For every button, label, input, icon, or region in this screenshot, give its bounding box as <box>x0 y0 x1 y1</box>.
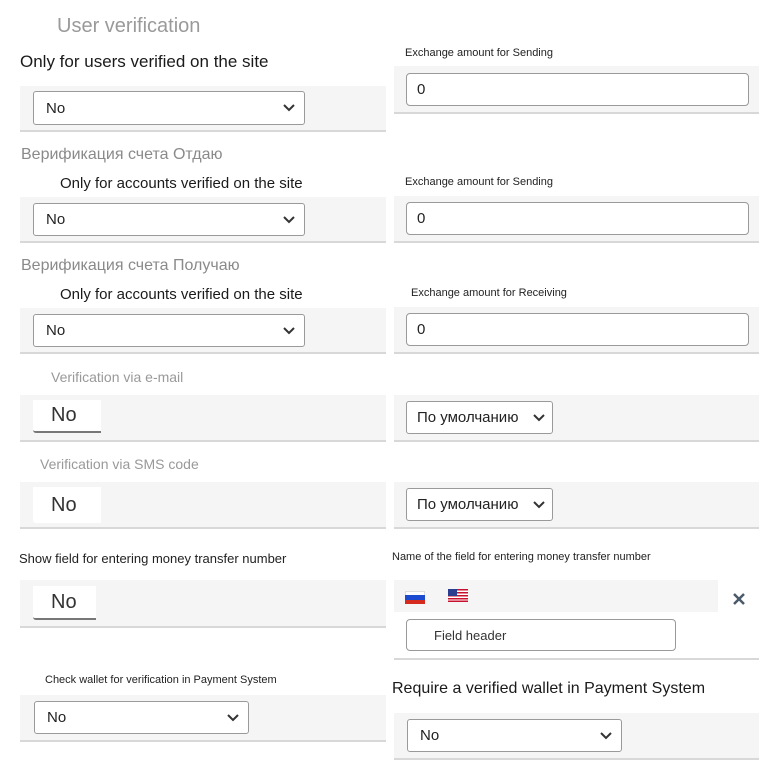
wallet-check-select[interactable]: No <box>34 701 249 734</box>
email-verification-label: Verification via e-mail <box>51 369 184 385</box>
divider <box>394 440 759 442</box>
divider <box>394 112 759 114</box>
divider <box>394 758 759 760</box>
input-value: 0 <box>417 321 426 338</box>
get-section-title: Верификация счета Получаю <box>21 257 240 274</box>
field-name-band <box>394 580 718 612</box>
transfer-number-toggle[interactable]: No <box>33 586 96 620</box>
sms-verification-label: Verification via SMS code <box>40 456 199 472</box>
flag-us-icon[interactable] <box>448 589 468 602</box>
amount-receiving-input[interactable]: 0 <box>406 313 749 346</box>
divider <box>20 626 386 628</box>
toggle-value: No <box>51 493 77 516</box>
give-verified-select[interactable]: No <box>33 203 305 236</box>
divider <box>394 241 759 243</box>
select-value: No <box>46 322 66 339</box>
user-verified-label: Only for users verified on the site <box>20 52 269 71</box>
amount-sending-input-2[interactable]: 0 <box>406 202 749 235</box>
chevron-down-icon <box>600 731 612 739</box>
divider <box>20 130 386 132</box>
sms-mode-select[interactable]: По умолчанию <box>406 488 553 521</box>
get-verified-label: Only for accounts verified on the site <box>60 286 303 303</box>
select-value: No <box>46 211 66 228</box>
user-verified-select[interactable]: No <box>33 91 305 125</box>
page-title: User verification <box>57 15 201 37</box>
field-header-input[interactable]: Field header <box>406 619 676 651</box>
select-value: No <box>46 99 66 117</box>
transfer-number-label: Show field for entering money transfer n… <box>19 551 287 566</box>
divider <box>20 527 386 529</box>
field-name-label: Name of the field for entering money tra… <box>392 551 651 563</box>
divider <box>394 352 759 354</box>
select-value: No <box>47 709 67 726</box>
get-verified-select[interactable]: No <box>33 314 305 347</box>
chevron-down-icon <box>227 713 239 721</box>
toggle-value: No <box>51 404 77 426</box>
divider <box>20 352 386 354</box>
give-verified-label: Only for accounts verified on the site <box>60 175 303 192</box>
chevron-down-icon <box>533 500 545 508</box>
chevron-down-icon <box>283 326 295 334</box>
select-value: No <box>420 727 440 744</box>
divider <box>20 440 386 442</box>
flag-ru-icon[interactable] <box>405 591 425 604</box>
chevron-down-icon <box>533 413 545 421</box>
input-placeholder: Field header <box>434 627 507 643</box>
divider <box>20 241 386 243</box>
amount-sending-label-2: Exchange amount for Sending <box>405 176 553 188</box>
select-value: По умолчанию <box>417 409 519 426</box>
wallet-required-select[interactable]: No <box>407 719 622 752</box>
email-mode-select[interactable]: По умолчанию <box>406 401 553 434</box>
give-section-title: Верификация счета Отдаю <box>21 146 223 163</box>
chevron-down-icon <box>283 104 295 112</box>
input-value: 0 <box>417 210 426 227</box>
amount-sending-input[interactable]: 0 <box>406 73 749 106</box>
select-value: По умолчанию <box>417 496 519 513</box>
close-icon[interactable] <box>732 592 746 606</box>
divider <box>20 740 386 742</box>
toggle-value: No <box>51 590 77 613</box>
amount-receiving-label: Exchange amount for Receiving <box>411 287 567 299</box>
sms-verification-toggle[interactable]: No <box>33 487 101 523</box>
divider <box>394 658 759 660</box>
wallet-required-label: Require a verified wallet in Payment Sys… <box>392 680 706 697</box>
divider <box>394 527 759 529</box>
input-value: 0 <box>417 81 426 98</box>
wallet-check-label: Check wallet for verification in Payment… <box>45 674 277 686</box>
email-verification-toggle[interactable]: No <box>33 400 101 433</box>
chevron-down-icon <box>283 215 295 223</box>
amount-sending-label: Exchange amount for Sending <box>405 47 553 59</box>
